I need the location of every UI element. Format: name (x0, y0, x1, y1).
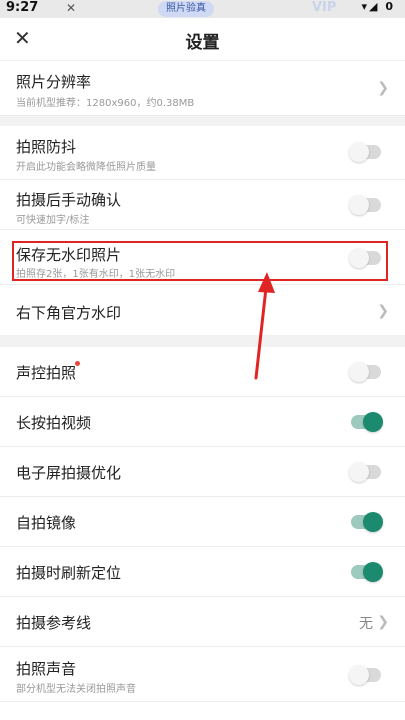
setting-screen-optimization: 电子屏拍摄优化 (0, 447, 405, 497)
setting-value: 无 (359, 616, 373, 632)
refresh-location-toggle[interactable] (351, 562, 383, 582)
new-badge-dot (75, 361, 80, 366)
setting-partial-row (0, 702, 405, 720)
chevron-right-icon: ❯ (377, 303, 389, 319)
chevron-right-icon: ❯ (377, 614, 389, 630)
setting-title: 拍照声音 (16, 660, 77, 678)
chevron-right-icon: ❯ (377, 80, 389, 96)
setting-grid-lines[interactable]: 拍摄参考线 无 ❯ (0, 597, 405, 647)
setting-manual-confirm: 拍摄后手动确认 可快速加字/标注 (0, 180, 405, 230)
status-time: 9:27 (6, 0, 39, 15)
setting-title: 自拍镜像 (16, 514, 77, 532)
long-press-video-toggle[interactable] (351, 412, 383, 432)
save-no-watermark-toggle[interactable] (349, 248, 381, 268)
setting-shutter-sound: 拍照声音 部分机型无法关闭拍照声音 (0, 647, 405, 702)
setting-title: 右下角官方水印 (16, 304, 122, 322)
settings-header: ✕ 设置 (0, 18, 405, 60)
setting-photo-resolution[interactable]: 照片分辨率 当前机型推荐：1280x960，约0.38MB ❯ (0, 61, 405, 116)
setting-title: 保存无水印照片 (16, 246, 122, 264)
setting-stabilization: 拍照防抖 开启此功能会略微降低照片质量 (0, 126, 405, 180)
setting-title: 拍摄时刷新定位 (16, 564, 122, 582)
setting-title: 电子屏拍摄优化 (16, 464, 122, 482)
setting-subtitle: 可快速加字/标注 (16, 215, 90, 226)
setting-long-press-video: 长按拍视频 (0, 397, 405, 447)
setting-title: 照片分辨率 (16, 73, 92, 91)
manual-confirm-toggle[interactable] (349, 195, 381, 215)
setting-title: 拍照防抖 (16, 138, 77, 156)
setting-selfie-mirror: 自拍镜像 (0, 497, 405, 547)
setting-title: 长按拍视频 (16, 414, 92, 432)
screen-optimization-toggle[interactable] (349, 462, 381, 482)
setting-official-watermark[interactable]: 右下角官方水印 ❯ (0, 285, 405, 335)
page-title: 设置 (185, 33, 220, 53)
setting-subtitle: 开启此功能会略微降低照片质量 (16, 162, 156, 173)
setting-title: 拍摄参考线 (16, 614, 92, 632)
photo-verify-pill: 照片验真 (158, 1, 214, 17)
system-icons: ▾◢ 0 (361, 0, 395, 13)
voice-shutter-toggle[interactable] (349, 362, 381, 382)
selfie-mirror-toggle[interactable] (351, 512, 383, 532)
setting-subtitle: 拍照存2张，1张有水印，1张无水印 (16, 269, 176, 280)
shutter-sound-toggle[interactable] (349, 665, 381, 685)
vip-label: VIP (312, 0, 337, 15)
setting-save-no-watermark: 保存无水印照片 拍照存2张，1张有水印，1张无水印 (0, 230, 405, 285)
setting-title: 拍摄后手动确认 (16, 191, 122, 209)
stabilization-toggle[interactable] (349, 142, 381, 162)
status-bar: 9:27 ✕ 照片验真 VIP ▾◢ 0 (0, 0, 405, 18)
mute-icon: ✕ (66, 1, 77, 15)
setting-subtitle: 部分机型无法关闭拍照声音 (16, 684, 136, 695)
setting-refresh-location: 拍摄时刷新定位 (0, 547, 405, 597)
setting-subtitle: 当前机型推荐：1280x960，约0.38MB (16, 98, 195, 109)
setting-voice-shutter: 声控拍照 (0, 347, 405, 397)
setting-title: 声控拍照 (16, 364, 77, 382)
